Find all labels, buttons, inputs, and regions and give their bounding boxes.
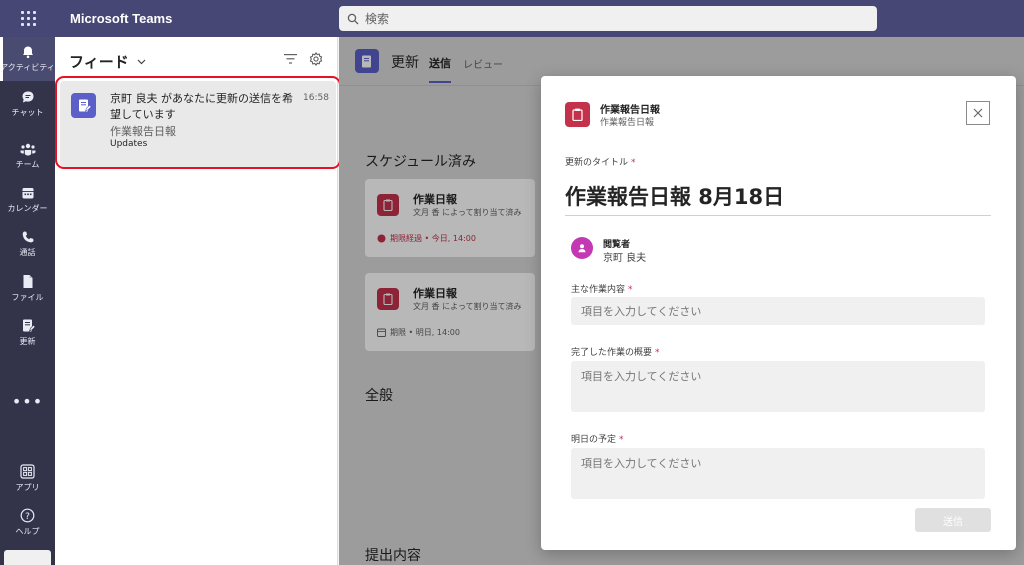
person-icon xyxy=(578,244,586,253)
help-icon: ? xyxy=(20,508,35,522)
search-placeholder: 検索 xyxy=(365,12,390,26)
rail-item-apps[interactable]: アプリ xyxy=(0,456,55,500)
rail-item-files[interactable]: ファイル xyxy=(0,266,55,310)
rail-item-updates[interactable]: 更新 xyxy=(0,310,55,354)
rail-label: チャット xyxy=(11,108,44,117)
chat-icon xyxy=(22,91,33,103)
app-title: Microsoft Teams xyxy=(70,11,173,26)
more-apps-button[interactable]: ••• xyxy=(0,392,55,411)
feed-panel: フィード 京町 良夫 があなたに更新の送信を希望しています 作業報告日報 Upd… xyxy=(55,37,338,565)
field2-label: 完了した作業の概要 * xyxy=(571,348,660,358)
field1-label: 主な作業内容 * xyxy=(571,285,633,295)
rail-label: アクティビティ xyxy=(0,63,55,72)
main-work-input[interactable] xyxy=(571,297,985,325)
feed-item-app: Updates xyxy=(110,139,148,149)
feed-title: フィード xyxy=(69,53,129,71)
title-label: 更新のタイトル * xyxy=(565,158,636,168)
rail-item-calendar[interactable]: カレンダー xyxy=(0,178,55,222)
close-icon xyxy=(973,108,983,118)
filter-icon[interactable] xyxy=(284,54,297,64)
required-mark: * xyxy=(655,348,660,358)
updates-app-icon xyxy=(71,93,96,118)
rail-label: ファイル xyxy=(11,292,44,302)
search-box[interactable]: 検索 xyxy=(339,6,877,31)
app-rail: アクティビティ チャット チーム カレンダー 通話 ファイル 更新 ••• アプ… xyxy=(0,37,55,565)
rail-item-chat[interactable]: チャット xyxy=(0,82,55,126)
rail-label: 更新 xyxy=(19,336,36,346)
file-icon xyxy=(23,274,32,288)
gear-icon[interactable] xyxy=(309,52,323,66)
rail-item-calls[interactable]: 通話 xyxy=(0,222,55,266)
rail-item-activity[interactable]: アクティビティ xyxy=(0,37,55,81)
app-launcher-button[interactable] xyxy=(0,0,56,37)
required-mark: * xyxy=(631,158,636,168)
send-button[interactable]: 送信 xyxy=(915,508,991,532)
rail-item-help[interactable]: ? ヘルプ xyxy=(0,500,55,544)
rail-label: カレンダー xyxy=(7,204,48,213)
tomorrow-plan-textarea[interactable] xyxy=(571,448,985,499)
field3-label: 明日の予定 * xyxy=(571,435,624,445)
avatar xyxy=(571,237,593,259)
dialog-subtitle: 作業報告日報 xyxy=(600,118,655,128)
chevron-down-icon xyxy=(137,59,146,64)
clipboard-icon xyxy=(565,102,590,127)
required-mark: * xyxy=(628,285,633,295)
feed-item-time: 16:58 xyxy=(303,93,329,103)
top-bar: Microsoft Teams 検索 xyxy=(0,0,1024,37)
phone-icon xyxy=(22,231,33,243)
rail-label: ヘルプ xyxy=(15,526,40,536)
completed-work-textarea[interactable] xyxy=(571,361,985,412)
feed-header[interactable]: フィード xyxy=(69,51,146,72)
rail-label: 通話 xyxy=(19,248,36,257)
rail-item-teams[interactable]: チーム xyxy=(0,134,55,178)
viewer-name: 京町 良夫 xyxy=(603,253,647,264)
teams-icon xyxy=(20,143,35,156)
feed-item-message: 京町 良夫 があなたに更新の送信を希望しています xyxy=(110,92,293,121)
close-button[interactable] xyxy=(966,101,990,125)
feed-item[interactable]: 京町 良夫 があなたに更新の送信を希望しています 作業報告日報 Updates … xyxy=(60,81,336,167)
search-icon xyxy=(347,13,359,24)
update-title-input[interactable] xyxy=(565,176,991,216)
update-dialog: 作業報告日報 作業報告日報 更新のタイトル* 閲覧者 京町 良夫 主な作業内容*… xyxy=(541,76,1016,550)
calendar-icon xyxy=(22,188,33,199)
rail-label: アプリ xyxy=(15,482,40,492)
svg-text:?: ? xyxy=(25,511,30,521)
apps-icon xyxy=(20,463,35,479)
required-mark: * xyxy=(619,435,624,445)
download-app-button[interactable] xyxy=(4,550,51,565)
dialog-title: 作業報告日報 xyxy=(600,105,660,116)
feed-item-subtitle: 作業報告日報 xyxy=(110,125,176,138)
waffle-icon xyxy=(20,11,36,26)
rail-label: チーム xyxy=(15,160,40,169)
updates-icon xyxy=(22,319,35,332)
bell-icon xyxy=(22,46,33,59)
